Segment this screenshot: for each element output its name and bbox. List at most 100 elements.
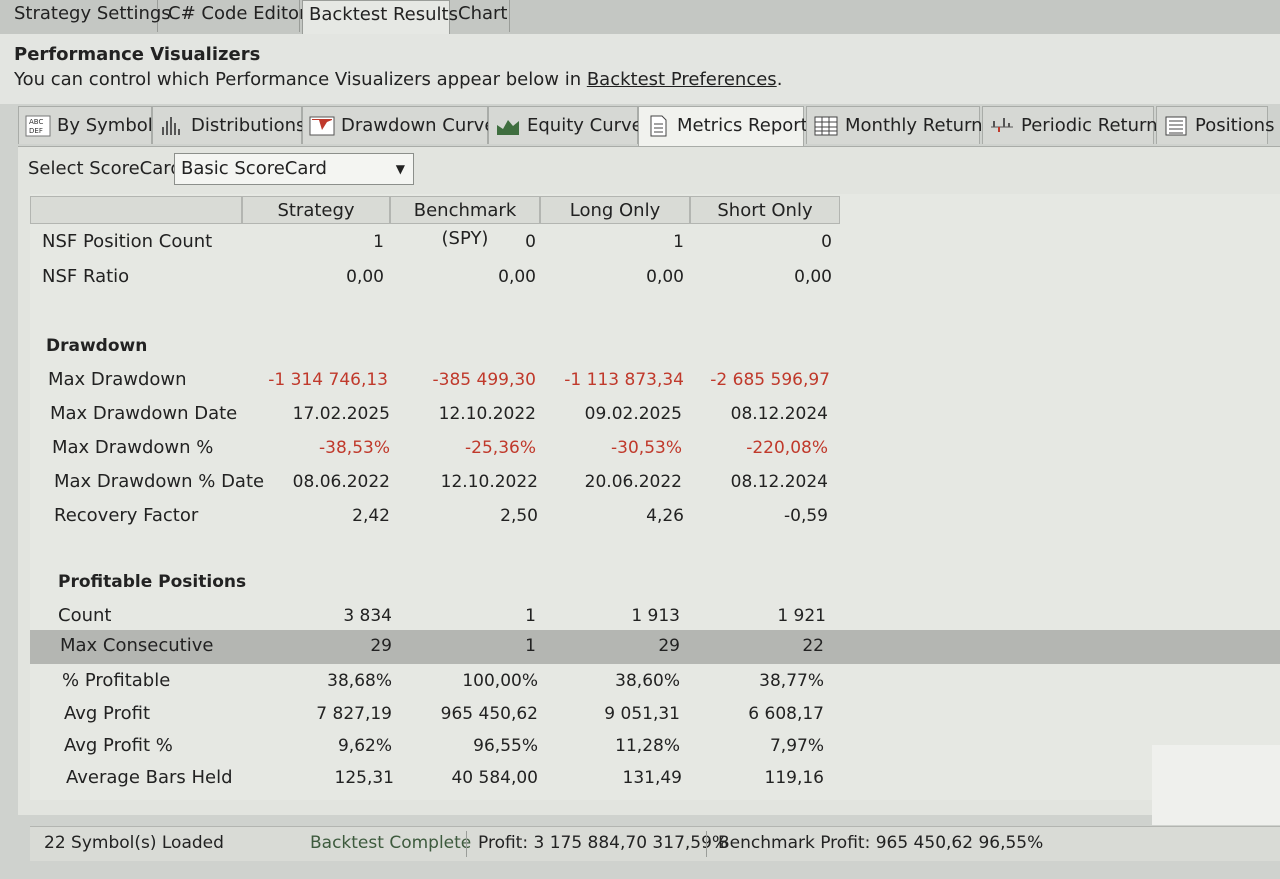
strategy-value: 17.02.2025 [292, 404, 390, 424]
table-row[interactable]: Max Drawdown -1 314 746,13 -385 499,30 -… [30, 364, 1280, 396]
tab-label: Positions [1195, 115, 1275, 136]
short-only-value: 6 608,17 [748, 704, 824, 724]
short-only-value: 08.12.2024 [730, 404, 828, 424]
description-text: You can control which Performance Visual… [14, 69, 587, 90]
tab-by-symbol[interactable]: ABC DEF By Symbol [18, 106, 153, 144]
tab-equity-curve[interactable]: Equity Curve [488, 106, 643, 144]
long-only-value: -30,53% [611, 438, 682, 458]
tab-positions[interactable]: Positions [1156, 106, 1274, 144]
description-suffix: . [776, 69, 783, 90]
status-bar: 22 Symbol(s) Loaded Backtest Complete Pr… [30, 826, 1280, 861]
tab-code-editor[interactable]: C# Code Editor [162, 0, 306, 32]
strategy-value: 2,42 [352, 506, 390, 526]
tab-label: Monthly Returns [845, 115, 992, 136]
metric-label: Count [58, 605, 112, 626]
column-header-short-only[interactable]: Short Only [690, 196, 840, 224]
table-row[interactable]: Avg Profit % 9,62% 96,55% 11,28% 7,97% [30, 730, 1280, 762]
metric-label: Avg Profit % [64, 735, 173, 756]
visualizer-tab-strip: ABC DEF By Symbol Distributions Drawdown C… [18, 106, 1280, 148]
benchmark-value: 12.10.2022 [440, 472, 538, 492]
metric-label: Recovery Factor [54, 505, 199, 526]
tab-strategy-settings[interactable]: Strategy Settings [8, 0, 171, 32]
tab-periodic-returns[interactable]: Periodic Returns [982, 106, 1167, 144]
strategy-value: -38,53% [319, 438, 390, 458]
tab-distributions[interactable]: Distributions [152, 106, 305, 144]
table-row[interactable]: Avg Profit 7 827,19 965 450,62 9 051,31 … [30, 698, 1280, 730]
tab-monthly-returns[interactable]: Monthly Returns [806, 106, 992, 144]
table-row[interactable]: Recovery Factor 2,42 2,50 4,26 -0,59 [30, 500, 1280, 532]
benchmark-value: 965 450,62 [440, 704, 538, 724]
table-row[interactable]: Count 3 834 1 1 913 1 921 [30, 600, 1280, 632]
tab-backtest-results[interactable]: Backtest Results [302, 0, 458, 35]
strategy-value: 38,68% [327, 671, 392, 691]
short-only-value: 119,16 [764, 768, 824, 788]
metric-label: Max Drawdown % Date [54, 471, 265, 492]
benchmark-value: -385 499,30 [432, 370, 536, 390]
benchmark-value: 40 584,00 [451, 768, 538, 788]
tab-label: Drawdown Curve [341, 115, 496, 136]
table-row[interactable]: Max Drawdown Date 17.02.2025 12.10.2022 … [30, 398, 1280, 430]
table-row[interactable]: NSF Ratio 0,00 0,00 0,00 0,00 [30, 261, 1280, 293]
table-row[interactable]: Max Drawdown % -38,53% -25,36% -30,53% -… [30, 432, 1280, 464]
scorecard-value: Basic ScoreCard [181, 158, 327, 179]
svg-text:DEF: DEF [29, 127, 43, 135]
metric-label: Max Drawdown [48, 369, 187, 390]
table-row[interactable]: Max Drawdown % Date 08.06.2022 12.10.202… [30, 466, 1280, 498]
bar-chart-icon [991, 118, 1013, 132]
short-only-value: 7,97% [769, 736, 824, 756]
table-row[interactable]: % Profitable 38,68% 100,00% 38,60% 38,77… [30, 665, 1280, 697]
list-icon [1165, 116, 1187, 136]
benchmark-value: 100,00% [462, 671, 538, 691]
benchmark-value: 0,00 [498, 267, 536, 287]
column-header-strategy[interactable]: Strategy [242, 196, 390, 224]
table-row[interactable]: Average Bars Held 125,31 40 584,00 131,4… [30, 762, 1280, 794]
long-only-value: 9 051,31 [604, 704, 680, 724]
short-only-value: -2 685 596,97 [710, 370, 830, 390]
tab-label: Metrics Report [677, 115, 808, 136]
strategy-value: 1 [373, 232, 384, 252]
strategy-value: 9,62% [337, 736, 392, 756]
metric-label: Max Drawdown Date [50, 403, 238, 424]
column-header-benchmark[interactable]: Benchmark (SPY) [390, 196, 540, 249]
strategy-value: 3 834 [343, 606, 392, 626]
tab-label: By Symbol [57, 115, 153, 136]
benchmark-profit-status: Benchmark Profit: 965 450,62 96,55% [718, 833, 1044, 853]
page-description: You can control which Performance Visual… [14, 69, 782, 90]
table-row[interactable]: NSF Position Count 1 0 1 0 [30, 226, 1280, 258]
strategy-value: -1 314 746,13 [268, 370, 388, 390]
grid-corner [30, 196, 242, 224]
long-only-value: 11,28% [615, 736, 680, 756]
short-only-value: 1 921 [777, 606, 826, 626]
tab-metrics-report[interactable]: Metrics Report [638, 106, 808, 148]
profit-status: Profit: 3 175 884,70 317,59% [478, 833, 729, 853]
benchmark-value: 96,55% [473, 736, 538, 756]
metric-label: Average Bars Held [66, 767, 233, 788]
tab-label: Equity Curve [527, 115, 643, 136]
long-only-value: 1 [673, 232, 684, 252]
long-only-value: 20.06.2022 [584, 472, 682, 492]
tab-drawdown-curve[interactable]: Drawdown Curve [302, 106, 495, 144]
page-title: Performance Visualizers [14, 44, 261, 65]
table-row-selected[interactable]: Max Consecutive 29 1 29 22 [30, 630, 1280, 664]
long-only-value: 09.02.2025 [584, 404, 682, 424]
section-heading-profitable-positions: Profitable Positions [58, 572, 247, 592]
metric-label: Max Consecutive [60, 635, 214, 656]
tab-chart[interactable]: Chart [452, 0, 510, 32]
backtest-preferences-link[interactable]: Backtest Preferences [587, 69, 777, 90]
metric-label: % Profitable [62, 670, 171, 691]
table-icon [814, 116, 838, 136]
scorecard-label: Select ScoreCard: [28, 158, 188, 179]
histogram-icon [162, 117, 180, 135]
section-heading-drawdown: Drawdown [46, 336, 148, 356]
metric-label: NSF Position Count [42, 231, 213, 252]
symbols-loaded-status: 22 Symbol(s) Loaded [44, 833, 224, 853]
long-only-value: 29 [658, 636, 680, 656]
metric-label: Max Drawdown % [52, 437, 214, 458]
status-separator [706, 831, 707, 857]
scorecard-select[interactable]: Basic ScoreCard ▼ [174, 153, 414, 185]
strategy-value: 08.06.2022 [292, 472, 390, 492]
long-only-value: -1 113 873,34 [564, 370, 684, 390]
strategy-value: 7 827,19 [316, 704, 392, 724]
top-tab-strip: Strategy Settings C# Code Editor Backtes… [0, 0, 1280, 35]
column-header-long-only[interactable]: Long Only [540, 196, 690, 224]
